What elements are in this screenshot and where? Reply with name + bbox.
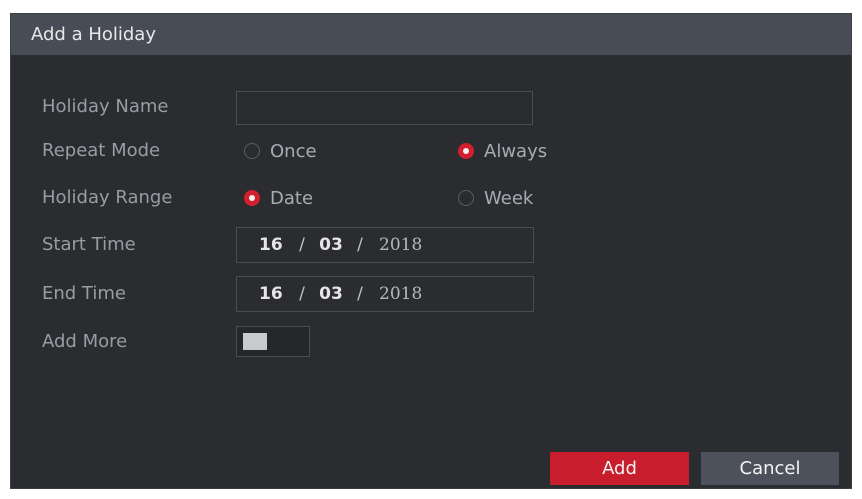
add-more-row: Add More	[11, 324, 851, 360]
add-more-label: Add More	[42, 331, 128, 352]
end-time-row: End Time 16 / 03 / 2018	[11, 276, 851, 312]
range-week-option[interactable]: Week	[458, 180, 533, 216]
holiday-name-input[interactable]	[236, 91, 533, 125]
toggle-knob	[243, 333, 267, 350]
radio-checked-icon[interactable]	[458, 143, 474, 159]
start-time-date-input[interactable]: 16 / 03 / 2018	[236, 227, 534, 263]
start-time-row: Start Time 16 / 03 / 2018	[11, 227, 851, 263]
repeat-once-option[interactable]: Once	[244, 133, 317, 169]
radio-unchecked-icon[interactable]	[244, 143, 260, 159]
date-separator: /	[299, 284, 305, 304]
repeat-mode-row: Repeat Mode Once Always	[11, 133, 851, 169]
start-time-label: Start Time	[42, 234, 136, 255]
repeat-always-option[interactable]: Always	[458, 133, 547, 169]
cancel-button[interactable]: Cancel	[701, 452, 839, 485]
start-month-field[interactable]: 03	[315, 235, 347, 255]
start-year-field[interactable]: 2018	[379, 235, 422, 255]
dialog-title: Add a Holiday	[11, 14, 851, 55]
end-year-field[interactable]: 2018	[379, 284, 422, 304]
holiday-name-row: Holiday Name	[11, 89, 851, 125]
range-week-label: Week	[484, 187, 534, 209]
add-button[interactable]: Add	[550, 452, 689, 485]
date-separator: /	[357, 235, 363, 255]
add-more-toggle[interactable]	[236, 326, 310, 357]
start-day-field[interactable]: 16	[259, 235, 289, 255]
radio-unchecked-icon[interactable]	[458, 190, 474, 206]
end-month-field[interactable]: 03	[315, 284, 347, 304]
range-date-label: Date	[270, 187, 314, 209]
add-holiday-dialog: Add a Holiday Holiday Name Repeat Mode O…	[10, 13, 852, 489]
date-separator: /	[299, 235, 305, 255]
holiday-name-label: Holiday Name	[42, 96, 169, 117]
repeat-always-label: Always	[484, 140, 548, 162]
repeat-mode-label: Repeat Mode	[42, 140, 161, 161]
end-time-date-input[interactable]: 16 / 03 / 2018	[236, 276, 534, 312]
holiday-range-row: Holiday Range Date Week	[11, 180, 851, 216]
holiday-range-label: Holiday Range	[42, 187, 173, 208]
end-day-field[interactable]: 16	[259, 284, 289, 304]
end-time-label: End Time	[42, 283, 126, 304]
range-date-option[interactable]: Date	[244, 180, 313, 216]
repeat-once-label: Once	[270, 140, 317, 162]
date-separator: /	[357, 284, 363, 304]
radio-checked-icon[interactable]	[244, 190, 260, 206]
